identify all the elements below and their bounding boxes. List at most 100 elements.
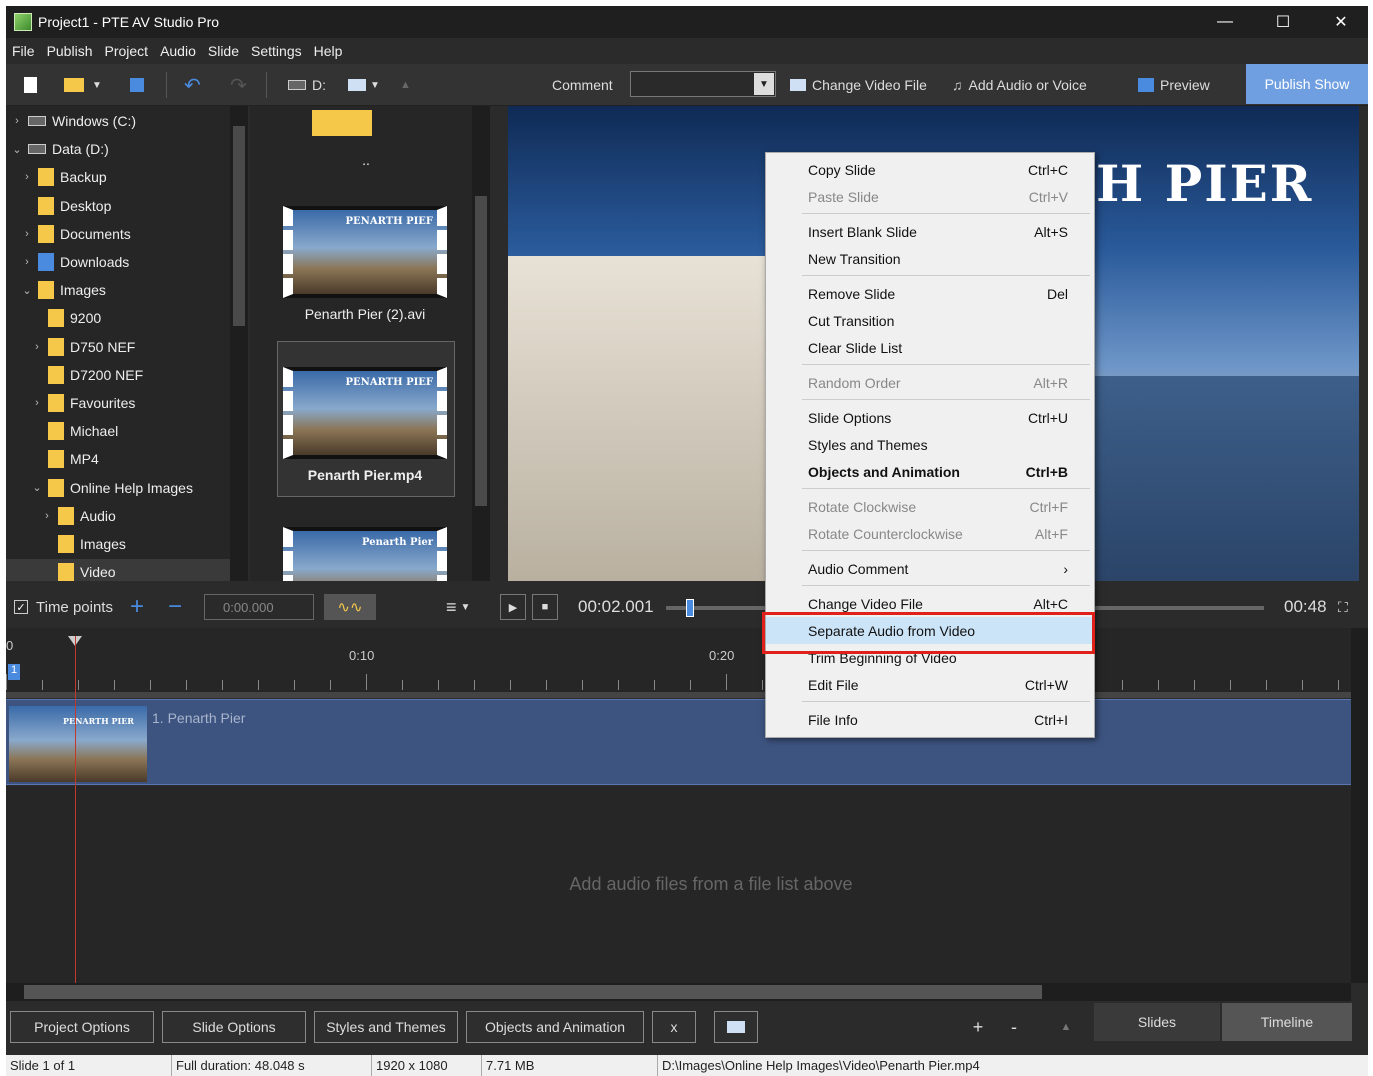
timeline-hscrollbar[interactable] <box>6 983 1351 1001</box>
tab-slides[interactable]: Slides <box>1094 1003 1220 1041</box>
chevron-right-icon[interactable]: › <box>20 228 34 240</box>
tree-item[interactable]: › Backup <box>20 164 107 190</box>
zoom-slider[interactable] <box>1094 606 1264 610</box>
audio-track-area[interactable]: Add audio files from a file list above <box>6 786 1351 986</box>
tree-item[interactable]: › Downloads <box>20 249 129 275</box>
styles-themes-button[interactable]: Styles and Themes <box>314 1011 458 1043</box>
collapse-arrow-icon[interactable]: ▲ <box>1052 1011 1080 1043</box>
menu-help[interactable]: Help <box>308 43 349 59</box>
timeline-scroll-thumb[interactable] <box>24 985 1042 999</box>
menu-item-remove-slide[interactable]: Remove Slide Del <box>766 280 1094 307</box>
tree-item[interactable]: Michael <box>30 418 118 444</box>
file-scroll-thumb[interactable] <box>475 196 487 506</box>
file-item-selected[interactable]: PENARTH PIEF Penarth Pier.mp4 <box>277 367 453 483</box>
tree-item[interactable]: Video <box>6 559 230 581</box>
drive-select[interactable]: D: <box>288 72 326 98</box>
menu-item-slide-options[interactable]: Slide Options Ctrl+U <box>766 404 1094 431</box>
tree-item[interactable]: › Windows (C:) <box>10 108 136 134</box>
file-list-scrollbar[interactable] <box>472 106 490 581</box>
tree-item[interactable]: 9200 <box>30 305 101 331</box>
close-button[interactable]: ✕ <box>1318 6 1364 38</box>
tree-item[interactable]: ⌄ Images <box>20 277 106 303</box>
tree-item[interactable]: Images <box>40 531 126 557</box>
up-arrow-icon[interactable]: ▲ <box>400 72 411 98</box>
slide-options-button[interactable]: Slide Options <box>162 1011 306 1043</box>
tab-timeline[interactable]: Timeline <box>1222 1003 1352 1041</box>
playback-slider-thumb[interactable] <box>686 599 694 617</box>
fullscreen-icon[interactable]: ⛶ <box>1338 594 1348 620</box>
comment-combo[interactable]: ▼ <box>630 71 776 97</box>
stop-button[interactable]: ■ <box>532 594 558 620</box>
menu-item-audio-comment[interactable]: Audio Comment › <box>766 555 1094 582</box>
add-timepoint-button[interactable]: + <box>130 593 144 620</box>
menu-item-file-info[interactable]: File Info Ctrl+I <box>766 706 1094 733</box>
menu-publish[interactable]: Publish <box>41 43 99 59</box>
remove-timepoint-button[interactable]: − <box>168 593 182 620</box>
play-button[interactable]: ▶ <box>500 594 526 620</box>
x-button[interactable]: x <box>652 1011 696 1043</box>
menu-item-rotate-counterclockwise[interactable]: Rotate Counterclockwise Alt+F <box>766 520 1094 547</box>
file-item[interactable]: PENARTH PIEF Penarth Pier (2).avi <box>277 206 453 322</box>
timepoint-time-input[interactable]: 0:00.000 <box>204 594 314 620</box>
undo-icon[interactable]: ↶ <box>184 72 201 98</box>
menu-slide[interactable]: Slide <box>202 43 245 59</box>
chevron-right-icon[interactable]: › <box>30 341 44 353</box>
menu-item-cut-transition[interactable]: Cut Transition <box>766 307 1094 334</box>
zoom-in-button[interactable]: + <box>964 1011 992 1043</box>
list-menu-icon[interactable]: ≡ ▼ <box>446 594 470 620</box>
file-item[interactable]: Penarth Pier <box>277 527 453 581</box>
menu-item-random-order[interactable]: Random Order Alt+R <box>766 369 1094 396</box>
menu-audio[interactable]: Audio <box>154 43 202 59</box>
chevron-right-icon[interactable]: › <box>20 171 34 183</box>
menu-project[interactable]: Project <box>98 43 154 59</box>
menu-item-objects-and-animation[interactable]: Objects and Animation Ctrl+B <box>766 458 1094 485</box>
chevron-right-icon[interactable]: › <box>30 397 44 409</box>
tree-scrollbar[interactable] <box>230 106 248 581</box>
menu-item-clear-slide-list[interactable]: Clear Slide List <box>766 334 1094 361</box>
playback-slider[interactable] <box>666 606 766 610</box>
menu-item-edit-file[interactable]: Edit File Ctrl+W <box>766 671 1094 698</box>
tree-scroll-thumb[interactable] <box>233 126 245 326</box>
redo-icon[interactable]: ↷ <box>230 72 247 98</box>
chevron-down-icon[interactable]: ⌄ <box>10 143 24 156</box>
menu-settings[interactable]: Settings <box>245 43 308 59</box>
slide-marker[interactable]: 1 <box>8 664 20 680</box>
publish-show-button[interactable]: Publish Show <box>1246 64 1368 104</box>
tree-item[interactable]: › Documents <box>20 221 131 247</box>
objects-animation-button[interactable]: Objects and Animation <box>466 1011 644 1043</box>
slide-thumbnail[interactable]: PENARTH PIER <box>9 706 147 782</box>
tree-item[interactable]: Desktop <box>20 193 111 219</box>
tree-item[interactable]: ⌄ Online Help Images <box>30 475 193 501</box>
tree-item[interactable]: › D750 NEF <box>30 334 135 360</box>
chevron-down-icon[interactable]: ▼ <box>754 73 774 95</box>
parent-folder-label[interactable]: .. <box>250 152 482 168</box>
timepoints-checkbox[interactable]: ✓ Time points <box>14 594 113 620</box>
chevron-down-icon[interactable]: ⌄ <box>20 284 34 297</box>
chevron-right-icon[interactable]: › <box>10 115 24 127</box>
timeline-ruler[interactable]: 0 0:10 0:20 1 <box>6 628 1356 698</box>
open-folder-icon[interactable]: ▼ <box>64 72 102 98</box>
waveform-toggle-button[interactable]: ∿∿ <box>324 594 376 620</box>
tree-item[interactable]: D7200 NEF <box>30 362 143 388</box>
menu-item-insert-blank-slide[interactable]: Insert Blank Slide Alt+S <box>766 218 1094 245</box>
project-options-button[interactable]: Project Options <box>10 1011 154 1043</box>
save-icon[interactable] <box>130 72 144 98</box>
slide-properties-button[interactable] <box>714 1011 758 1043</box>
menu-item-styles-and-themes[interactable]: Styles and Themes <box>766 431 1094 458</box>
menu-item-copy-slide[interactable]: Copy Slide Ctrl+C <box>766 156 1094 183</box>
chevron-right-icon[interactable]: › <box>20 256 34 268</box>
chevron-right-icon[interactable]: › <box>40 510 54 522</box>
tree-item[interactable]: › Favourites <box>30 390 135 416</box>
add-audio-button[interactable]: ♫ Add Audio or Voice <box>952 72 1087 98</box>
tree-item[interactable]: › Audio <box>40 503 116 529</box>
chevron-down-icon[interactable]: ⌄ <box>30 481 44 494</box>
menu-item-new-transition[interactable]: New Transition <box>766 245 1094 272</box>
menu-item-paste-slide[interactable]: Paste Slide Ctrl+V <box>766 183 1094 210</box>
timeline-vscrollbar[interactable] <box>1351 628 1368 983</box>
new-file-icon[interactable] <box>24 72 37 98</box>
tree-item[interactable]: ⌄ Data (D:) <box>10 136 108 162</box>
preview-button[interactable]: Preview <box>1138 72 1210 98</box>
zoom-out-button[interactable]: - <box>1000 1011 1028 1043</box>
parent-folder-icon[interactable] <box>312 110 372 136</box>
menu-item-rotate-clockwise[interactable]: Rotate Clockwise Ctrl+F <box>766 493 1094 520</box>
